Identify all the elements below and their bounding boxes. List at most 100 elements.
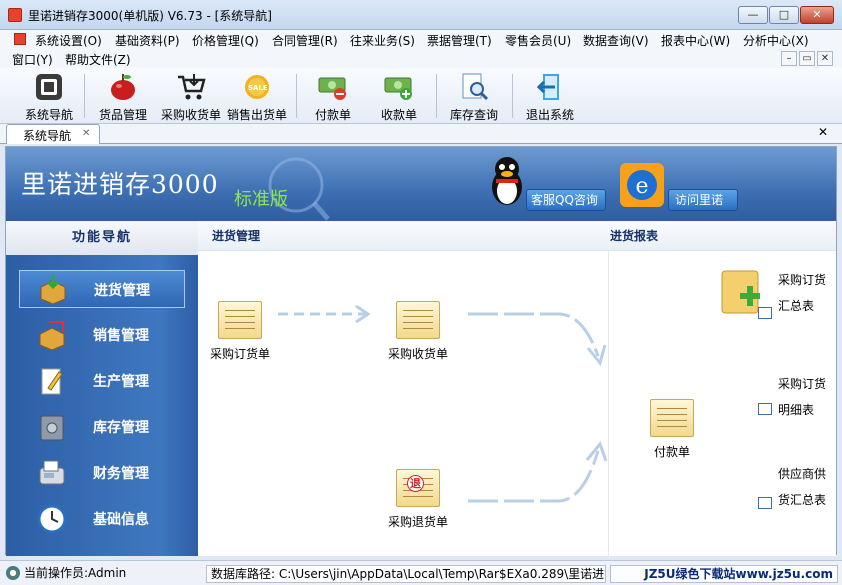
menu-retail-members[interactable]: 零售会员(U) [505, 32, 571, 49]
menu-price-management[interactable]: 价格管理(Q) [192, 32, 259, 49]
app-icon [8, 8, 22, 22]
mdi-restore-button[interactable]: ▭ [799, 51, 815, 66]
tab-close-icon[interactable]: ✕ [82, 128, 90, 139]
flow-node-purchase-order[interactable]: 采购订货单 [200, 301, 280, 362]
exit-door-icon [536, 74, 559, 100]
status-bar: 当前操作员:Admin 数据库路径: C:\Users\jin\AppData\… [0, 560, 842, 585]
sidebar: 功能导航 进货管理 销售管理 生产管理 库存管理 财务管理 基础信息 [6, 221, 198, 556]
banner: 里诺进销存3000 标准版 客服QQ咨询 e 访问里诺 [6, 147, 836, 221]
app-menu-icon[interactable] [14, 33, 26, 45]
main-panel: 里诺进销存3000 标准版 客服QQ咨询 e 访问里诺 功能导航 进货管理 销售… [5, 146, 837, 556]
toolbar-purchase-receipt-button[interactable]: 采购收货单 [160, 70, 222, 122]
sale-badge-text: SALE [248, 84, 268, 92]
sidebar-item-basic-info[interactable]: 基础信息 [19, 500, 185, 538]
report-form-icon [758, 497, 772, 509]
menu-bar-secondary: 窗口(Y) 帮助文件(Z) – ▭ ✕ [0, 49, 842, 68]
panel-close-icon[interactable]: ✕ [818, 125, 828, 139]
menu-contract-management[interactable]: 合同管理(R) [272, 32, 338, 49]
toolbar-receipt-button[interactable]: 收款单 [372, 70, 426, 122]
apple-icon [111, 74, 135, 100]
menu-analysis-center[interactable]: 分析中心(X) [743, 32, 809, 49]
svg-text:e: e [635, 174, 648, 199]
sidebar-item-sales[interactable]: 销售管理 [19, 316, 185, 354]
flow-node-label: 采购订货单 [209, 347, 270, 361]
pencil-paper-icon [41, 368, 63, 395]
qq-penguin-icon [492, 157, 522, 205]
flow-node-purchase-return[interactable]: 退 采购退货单 [378, 469, 458, 530]
report-purchase-order-detail[interactable]: 采购订货明细表 [758, 371, 828, 423]
flow-node-label: 采购收货单 [387, 347, 448, 361]
menu-basic-data[interactable]: 基础资料(P) [115, 32, 180, 49]
toolbar: 系统导航 货品管理 采购收货单 SALE 销售出货单 付款单 收款单 库存查询 … [0, 68, 842, 124]
report-label: 供应商供货汇总表 [778, 467, 827, 507]
payment-doc-icon [650, 399, 694, 437]
menu-window[interactable]: 窗口(Y) [12, 51, 53, 68]
flow-node-payment[interactable]: 付款单 [632, 399, 712, 460]
toolbar-goods-button[interactable]: 货品管理 [94, 70, 152, 122]
cart-icon [178, 74, 206, 100]
report-label: 采购订货明细表 [778, 377, 827, 417]
qq-consult-button[interactable]: 客服QQ咨询 [526, 189, 606, 211]
status-watermark: JZ5U绿色下载站www.jz5u.com [610, 565, 838, 583]
return-badge: 退 [407, 475, 424, 492]
money-plus-icon [384, 77, 412, 100]
sidebar-item-label: 生产管理 [93, 374, 149, 390]
report-label: 采购订货汇总表 [778, 273, 827, 313]
sidebar-header: 功能导航 [6, 221, 198, 255]
tab-strip: 系统导航 ✕ ✕ [0, 124, 842, 144]
toolbar-sales-shipment-button[interactable]: SALE 销售出货单 [226, 70, 288, 122]
purchase-receipt-doc-icon [396, 301, 440, 339]
tab-system-nav[interactable]: 系统导航 ✕ [6, 124, 100, 144]
sidebar-item-label: 库存管理 [93, 420, 149, 436]
visit-website-button[interactable]: 访问里诺 [668, 189, 738, 211]
report-form-icon [758, 307, 772, 319]
toolbar-separator [512, 74, 513, 118]
maximize-button[interactable]: □ [769, 6, 799, 24]
section-title-purchase: 进货管理 [212, 229, 261, 243]
pos-machine-icon [39, 460, 65, 485]
close-button[interactable]: ✕ [800, 6, 834, 24]
sidebar-item-inventory[interactable]: 库存管理 [19, 408, 185, 446]
title-bar: 里诺进销存3000(单机版) V6.73 - [系统导航] — □ ✕ [0, 0, 842, 30]
mdi-close-button[interactable]: ✕ [817, 51, 833, 66]
toolbar-system-nav-button[interactable]: 系统导航 [20, 70, 78, 122]
flow-node-purchase-receipt[interactable]: 采购收货单 [378, 301, 458, 362]
ie-browser-icon: e [620, 163, 664, 207]
content-area: 进货管理 进货报表 采购订货单 采购收货单 退 采购退货单 付款单 采购订货汇总… [198, 221, 836, 556]
navigation-icon [36, 74, 62, 100]
report-form-icon [758, 403, 772, 415]
sidebar-item-finance[interactable]: 财务管理 [19, 454, 185, 492]
toolbar-inventory-query-button[interactable]: 库存查询 [446, 70, 502, 122]
sidebar-item-label: 基础信息 [93, 512, 149, 528]
menu-data-query[interactable]: 数据查询(V) [583, 32, 649, 49]
menu-business-dealings[interactable]: 往来业务(S) [350, 32, 415, 49]
window-title: 里诺进销存3000(单机版) V6.73 - [系统导航] [28, 9, 272, 23]
menu-help[interactable]: 帮助文件(Z) [65, 51, 131, 68]
toolbar-separator [84, 74, 85, 118]
toolbar-label: 采购收货单 [160, 108, 221, 122]
safe-icon [40, 415, 64, 441]
tab-label: 系统导航 [23, 129, 72, 143]
toolbar-label: 系统导航 [24, 108, 73, 122]
purchase-order-doc-icon [218, 301, 262, 339]
menu-bills-management[interactable]: 票据管理(T) [427, 32, 492, 49]
toolbar-exit-button[interactable]: 退出系统 [522, 70, 578, 122]
sidebar-item-purchase[interactable]: 进货管理 [19, 270, 185, 308]
toolbar-separator [296, 74, 297, 118]
box-in-icon [40, 275, 66, 305]
toolbar-payment-button[interactable]: 付款单 [306, 70, 360, 122]
minimize-button[interactable]: — [738, 6, 768, 24]
mdi-minimize-button[interactable]: – [781, 51, 797, 66]
toolbar-label: 销售出货单 [226, 108, 287, 122]
flow-node-label: 采购退货单 [387, 515, 448, 529]
flow-node-label: 付款单 [653, 445, 690, 459]
menu-report-center[interactable]: 报表中心(W) [661, 32, 730, 49]
report-purchase-order-summary[interactable]: 采购订货汇总表 [758, 267, 828, 319]
toolbar-label: 退出系统 [525, 108, 574, 122]
sidebar-item-production[interactable]: 生产管理 [19, 362, 185, 400]
status-operator: 当前操作员:Admin [24, 566, 127, 580]
report-supplier-summary[interactable]: 供应商供货汇总表 [758, 461, 828, 513]
toolbar-label: 付款单 [314, 108, 351, 122]
menu-system-settings[interactable]: 系统设置(O) [35, 32, 102, 49]
section-title-reports: 进货报表 [610, 229, 659, 243]
